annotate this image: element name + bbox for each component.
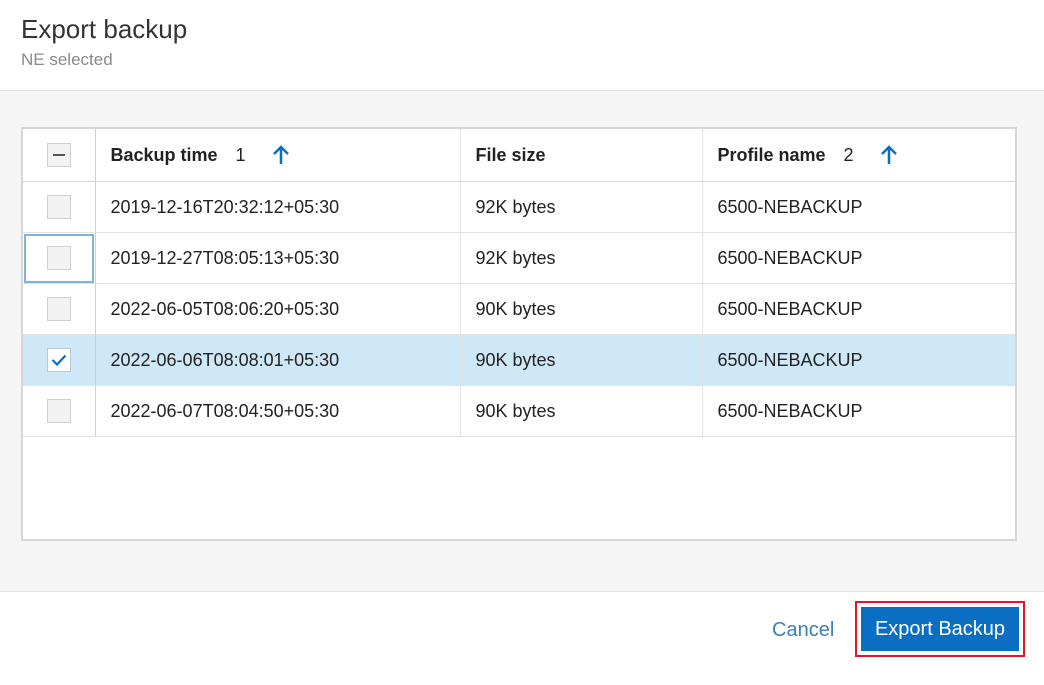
profile-name-cell: 6500-NEBACKUP (702, 385, 1015, 437)
sort-order-number: 2 (843, 144, 854, 165)
column-header-backup-time[interactable]: Backup time 1 (95, 129, 461, 182)
file-size-cell: 90K bytes (460, 334, 703, 386)
dialog-title: Export backup (21, 14, 188, 44)
check-icon (51, 354, 67, 366)
profile-name-cell: 6500-NEBACKUP (702, 232, 1015, 284)
sort-order-number: 1 (235, 144, 246, 165)
dialog-header: Export backup NE selected (0, 0, 1044, 91)
row-checkbox-cell (23, 181, 96, 233)
table-row[interactable]: 2022-06-05T08:06:20+05:30 90K bytes 6500… (23, 283, 1015, 335)
profile-name-cell: 6500-NEBACKUP (702, 181, 1015, 233)
column-label: File size (475, 144, 546, 165)
row-checkbox[interactable] (46, 195, 71, 219)
row-checkbox-cell (23, 283, 96, 335)
dialog-footer: Cancel Export Backup (0, 591, 1044, 685)
backup-table: Backup time 1 File size Profile name 2 2… (23, 129, 1015, 437)
backup-time-cell: 2022-06-07T08:04:50+05:30 (95, 385, 461, 437)
profile-name-cell: 6500-NEBACKUP (702, 283, 1015, 335)
backup-time-cell: 2019-12-27T08:05:13+05:30 (95, 232, 461, 284)
minus-icon (52, 154, 65, 156)
row-checkbox[interactable] (46, 297, 71, 321)
file-size-cell: 92K bytes (460, 232, 703, 284)
profile-name-cell: 6500-NEBACKUP (702, 334, 1015, 386)
dialog-body: Backup time 1 File size Profile name 2 2… (0, 91, 1044, 591)
select-all-header (23, 129, 96, 182)
backup-time-cell: 2019-12-16T20:32:12+05:30 (95, 181, 461, 233)
column-header-profile-name[interactable]: Profile name 2 (702, 129, 1015, 182)
table-row-selected[interactable]: 2022-06-06T08:08:01+05:30 90K bytes 6500… (23, 334, 1015, 386)
table-row[interactable]: 2022-06-07T08:04:50+05:30 90K bytes 6500… (23, 385, 1015, 437)
file-size-cell: 90K bytes (460, 385, 703, 437)
arrow-up-icon[interactable] (880, 145, 898, 165)
row-checkbox-cell (23, 334, 96, 386)
table-row[interactable]: 2019-12-27T08:05:13+05:30 92K bytes 6500… (23, 232, 1015, 284)
column-label: Profile name (717, 144, 826, 165)
backup-time-cell: 2022-06-06T08:08:01+05:30 (95, 334, 461, 386)
table-row[interactable]: 2019-12-16T20:32:12+05:30 92K bytes 6500… (23, 181, 1015, 233)
column-label: Backup time (110, 144, 218, 165)
row-checkbox-cell (23, 232, 96, 284)
dialog-subtitle: NE selected (21, 50, 113, 69)
export-backup-button[interactable]: Export Backup (861, 607, 1019, 651)
file-size-cell: 92K bytes (460, 181, 703, 233)
file-size-cell: 90K bytes (460, 283, 703, 335)
row-checkbox[interactable] (46, 246, 71, 270)
table-header-row: Backup time 1 File size Profile name 2 (23, 129, 1015, 182)
row-checkbox-checked[interactable] (46, 348, 71, 372)
arrow-up-icon[interactable] (272, 145, 290, 165)
cancel-button[interactable]: Cancel (760, 612, 846, 648)
row-checkbox-cell (23, 385, 96, 437)
row-checkbox[interactable] (46, 399, 71, 423)
column-header-file-size[interactable]: File size (460, 129, 703, 182)
select-all-checkbox[interactable] (46, 143, 71, 167)
backup-table-container: Backup time 1 File size Profile name 2 2… (21, 127, 1017, 541)
backup-time-cell: 2022-06-05T08:06:20+05:30 (95, 283, 461, 335)
